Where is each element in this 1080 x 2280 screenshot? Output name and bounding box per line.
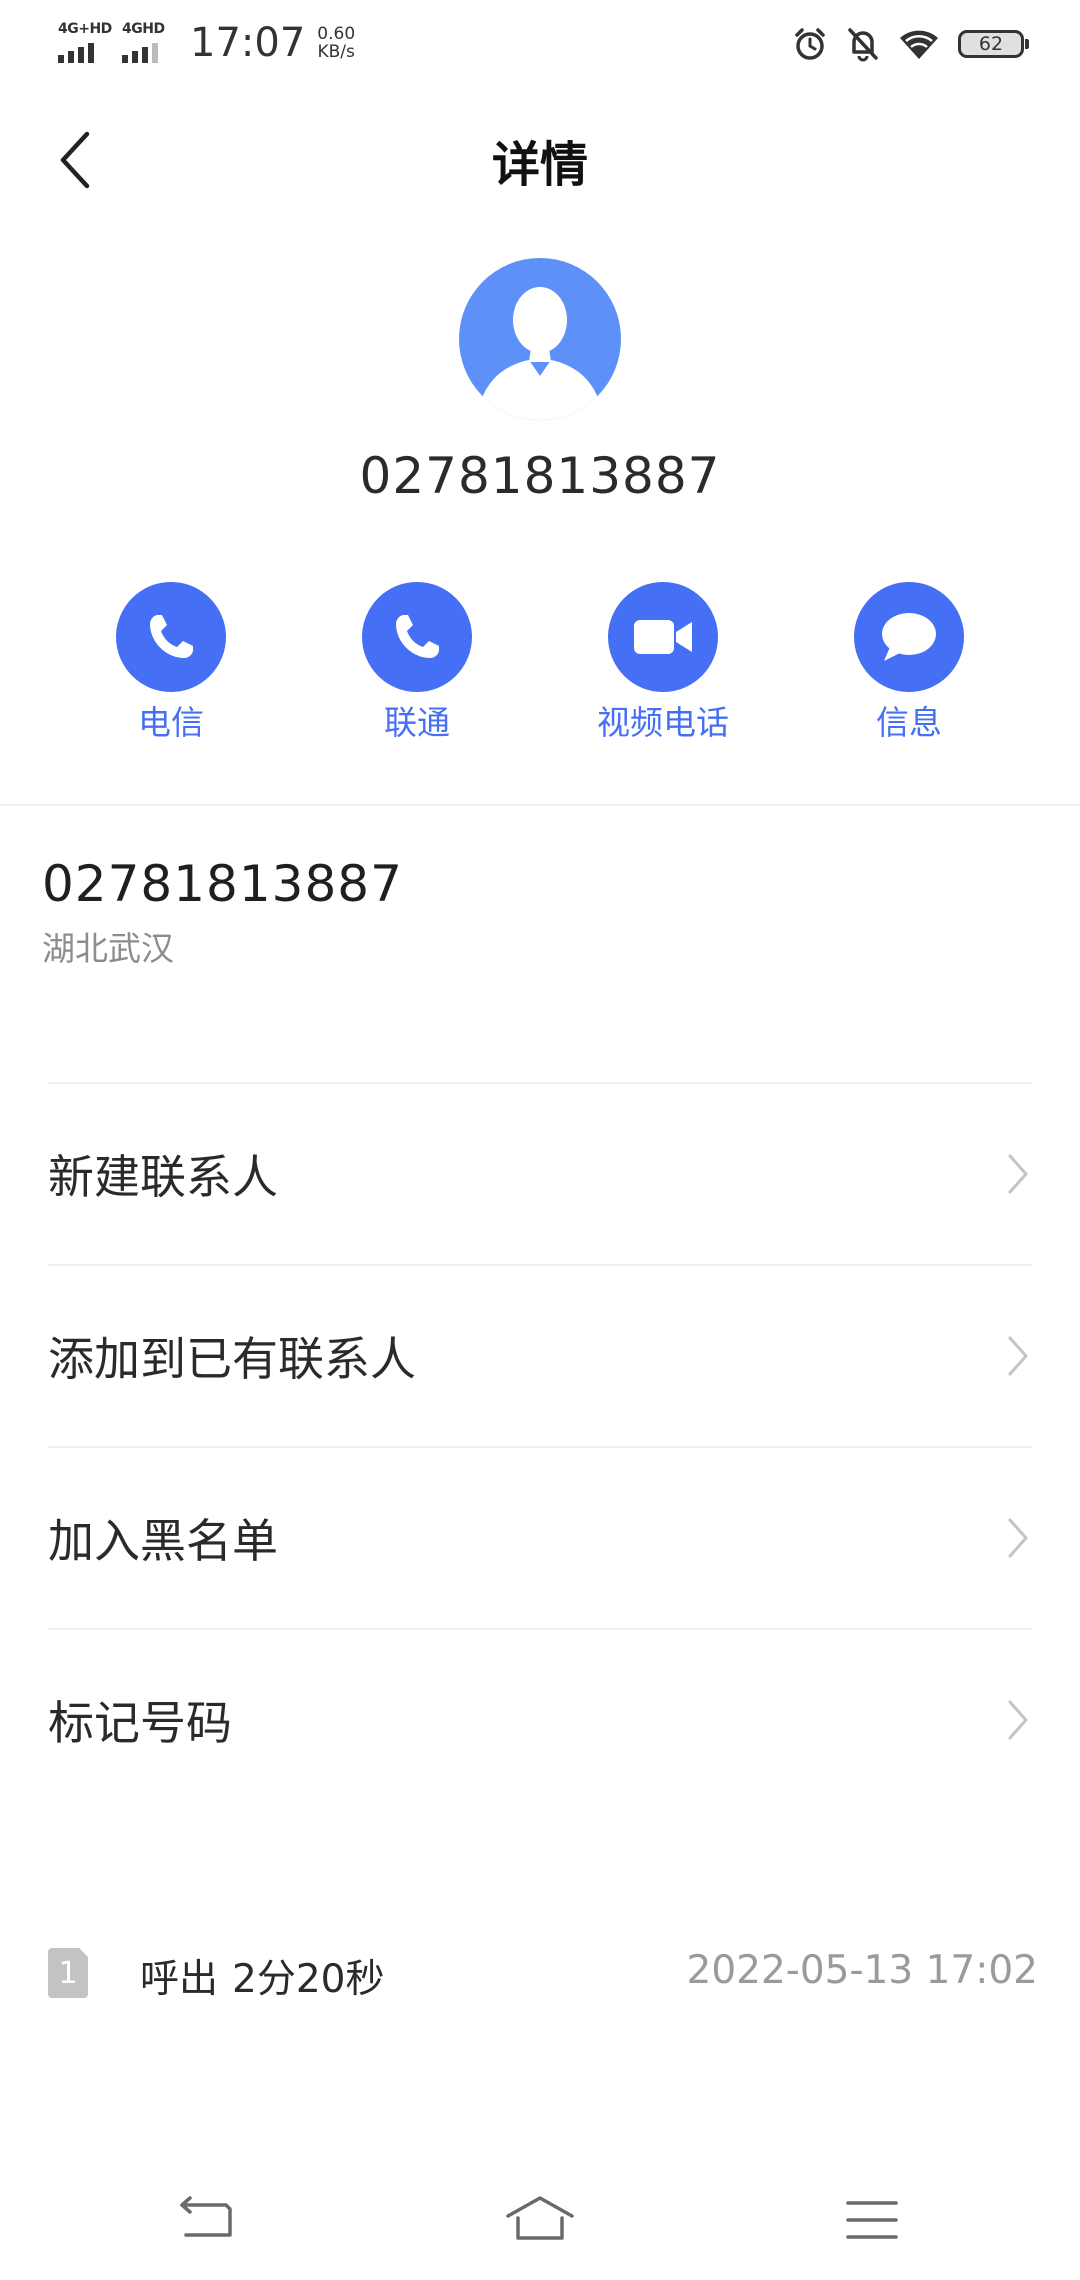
network-speed-value: 0.60: [317, 24, 356, 44]
nav-home-button[interactable]: [490, 2180, 590, 2260]
menu-lines-icon: [846, 2201, 898, 2239]
add-to-blacklist-item[interactable]: 加入黑名单: [48, 1446, 1032, 1628]
menu-item-label: 标记号码: [48, 1696, 232, 1750]
new-contact-item[interactable]: 新建联系人: [48, 1082, 1032, 1264]
chevron-right-icon: [1008, 1518, 1028, 1558]
menu-item-label: 新建联系人: [48, 1150, 278, 1204]
wifi-icon: [898, 27, 940, 61]
chevron-right-icon: [1008, 1336, 1028, 1376]
phone-icon: [150, 615, 193, 658]
call-duration: 2分20秒: [232, 1957, 385, 2002]
contact-number-heading: 02781813887: [359, 447, 721, 505]
sim1-signal-icon: 4G+HD: [58, 21, 112, 65]
menu-item-label: 添加到已有联系人: [48, 1332, 416, 1386]
sim2-signal-icon: 4GHD: [122, 21, 170, 65]
page-title: 详情: [491, 137, 588, 193]
call-record-row[interactable]: 1 呼出 2分20秒 2022-05-13 17:02: [48, 1946, 1038, 2002]
action-label: 视频电话: [597, 703, 729, 742]
call-type: 呼出: [140, 1957, 219, 2002]
nav-back-button[interactable]: [158, 2180, 258, 2260]
action-label: 电信: [138, 703, 204, 742]
call-datetime: 2022-05-13 17:02: [686, 1948, 1038, 1993]
network-speed: 0.60 KB/s: [317, 25, 355, 61]
home-icon: [506, 2196, 574, 2240]
action-buttons: 电信 联通 视频电话 信息: [0, 582, 1080, 742]
message-bubble-icon: [882, 613, 936, 661]
sim-card-icon: 1: [48, 1948, 88, 1998]
status-left: 4G+HD 4GHD 17:07 0.60 KB/s: [58, 18, 355, 68]
action-label: 信息: [876, 703, 942, 742]
video-call-button[interactable]: 视频电话: [573, 582, 753, 744]
video-camera-icon: [634, 620, 692, 654]
navigation-bar: [0, 2160, 1080, 2280]
network-speed-unit: KB/s: [317, 42, 355, 62]
action-label: 联通: [384, 703, 450, 742]
status-right: 62: [792, 20, 1029, 68]
message-button[interactable]: 信息: [819, 582, 999, 744]
battery-icon: 62: [958, 30, 1029, 58]
call-telecom-button[interactable]: 电信: [81, 582, 261, 744]
status-time: 17:07: [190, 20, 306, 66]
number-location: 湖北武汉: [42, 929, 174, 968]
mark-number-item[interactable]: 标记号码: [48, 1628, 1032, 1810]
back-arrow-icon: [180, 2196, 232, 2237]
sim1-network-type: 4G+HD: [58, 21, 112, 37]
bell-muted-icon: [846, 26, 880, 62]
add-to-existing-contact-item[interactable]: 添加到已有联系人: [48, 1264, 1032, 1446]
phone-number[interactable]: 02781813887: [42, 855, 403, 913]
status-bar: 4G+HD 4GHD 17:07 0.60 KB/s 62: [0, 0, 1080, 90]
phone-icon: [396, 615, 439, 658]
avatar[interactable]: [459, 258, 621, 420]
sim2-network-type: 4GHD: [122, 21, 165, 37]
chevron-right-icon: [1008, 1154, 1028, 1194]
person-silhouette-icon: [477, 287, 603, 420]
alarm-icon: [792, 26, 828, 62]
call-unicom-button[interactable]: 联通: [327, 582, 507, 744]
options-list: 新建联系人 添加到已有联系人 加入黑名单 标记号码: [48, 1082, 1032, 1810]
chevron-right-icon: [1008, 1700, 1028, 1740]
menu-item-label: 加入黑名单: [48, 1514, 278, 1568]
section-divider: [0, 804, 1080, 806]
nav-menu-button[interactable]: [822, 2180, 922, 2260]
